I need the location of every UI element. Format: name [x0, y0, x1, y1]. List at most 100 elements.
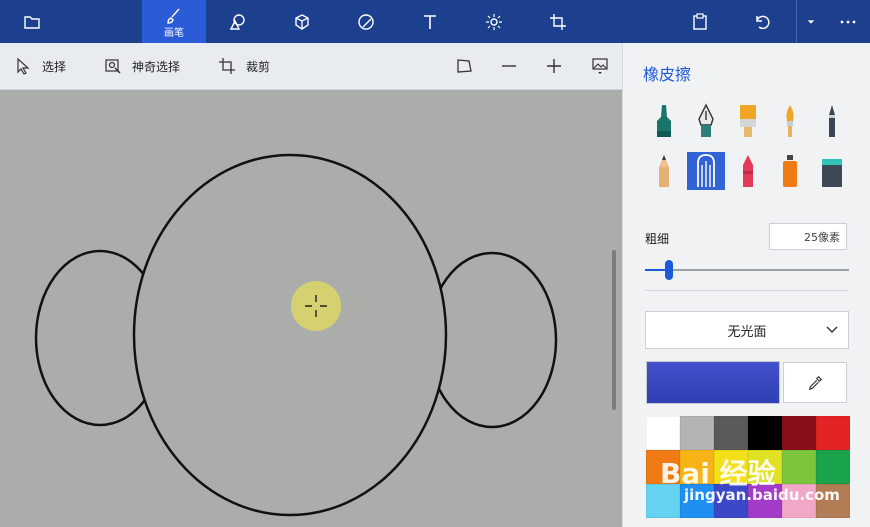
brush-crayon[interactable]: [729, 152, 767, 190]
brush-eraser[interactable]: [687, 152, 725, 190]
eyedropper-icon: [808, 375, 823, 390]
eraser-cursor: [291, 281, 341, 331]
calligraphy-pen-icon: [657, 105, 671, 137]
cube-icon: [295, 13, 309, 30]
fill-bucket-icon: [822, 159, 842, 187]
magic-select-icon: [105, 59, 121, 74]
brush-pencil[interactable]: [645, 152, 683, 190]
tab-brushes-label: 画笔: [164, 28, 184, 39]
flag-view-icon: [457, 59, 472, 73]
crop-button[interactable]: 裁剪: [218, 43, 270, 89]
color-swatch[interactable]: [782, 484, 816, 518]
color-swatch[interactable]: [646, 416, 680, 450]
image-view-icon: [592, 58, 608, 74]
size-input[interactable]: 25像素: [769, 223, 847, 250]
right-ear-circle: [426, 251, 558, 429]
color-swatch[interactable]: [714, 484, 748, 518]
panel-title: 橡皮擦: [643, 65, 692, 84]
divider: [645, 290, 849, 291]
size-slider-thumb[interactable]: [665, 260, 674, 280]
fountain-pen-icon: [698, 103, 714, 137]
brush-fill-bucket[interactable]: [813, 152, 851, 190]
size-label: 粗细: [645, 232, 670, 246]
brush-marker[interactable]: [813, 102, 851, 140]
color-swatch[interactable]: [782, 416, 816, 450]
undo-button[interactable]: [742, 0, 782, 43]
color-swatch[interactable]: [714, 416, 748, 450]
secondary-toolbar: 选择 神奇选择 裁剪: [0, 43, 622, 90]
color-swatch[interactable]: [816, 416, 850, 450]
brush-panel: 橡皮擦 粗细 25像素 无光面: [622, 43, 870, 527]
brush-watercolor[interactable]: [771, 102, 809, 140]
tab-2d-shapes[interactable]: [218, 0, 258, 43]
spray-can-icon: [783, 155, 797, 187]
finish-value: 无光面: [727, 324, 767, 340]
oil-brush-icon: [740, 105, 756, 137]
color-swatch[interactable]: [748, 450, 782, 484]
undo-icon: [756, 15, 770, 29]
sticker-icon: [358, 13, 374, 30]
color-swatch[interactable]: [748, 484, 782, 518]
paste-button[interactable]: [680, 0, 720, 43]
zoom-in-button[interactable]: [545, 43, 573, 89]
shapes-icon: [229, 13, 245, 30]
pencil-icon: [659, 155, 669, 187]
eyedropper-button[interactable]: [783, 362, 847, 403]
size-slider[interactable]: [645, 260, 849, 280]
eraser-icon: [697, 154, 715, 187]
color-swatch[interactable]: [680, 450, 714, 484]
tab-canvas[interactable]: [538, 0, 578, 43]
history-dropdown-button[interactable]: [796, 0, 825, 43]
brush-spray-can[interactable]: [771, 152, 809, 190]
plus-icon: [547, 59, 561, 73]
crayon-icon: [743, 155, 753, 187]
watercolor-brush-icon: [786, 105, 794, 137]
color-swatch[interactable]: [714, 450, 748, 484]
color-swatch[interactable]: [748, 416, 782, 450]
menu-button[interactable]: [12, 0, 52, 43]
tab-text[interactable]: [410, 0, 450, 43]
brush-icon: [167, 8, 180, 24]
chevron-down-icon: [807, 19, 815, 24]
select-label: 选择: [42, 59, 67, 74]
color-swatch[interactable]: [680, 484, 714, 518]
clipboard-icon: [693, 12, 707, 30]
color-swatch[interactable]: [816, 450, 850, 484]
magic-select-label: 神奇选择: [132, 59, 181, 74]
color-swatch[interactable]: [816, 484, 850, 518]
tab-effects[interactable]: [474, 0, 514, 43]
drawing-canvas[interactable]: [0, 90, 622, 527]
vertical-scrollbar[interactable]: [612, 250, 616, 410]
text-icon: [424, 14, 436, 29]
tab-brushes[interactable]: 画笔: [142, 0, 206, 43]
magic-select-button[interactable]: 神奇选择: [104, 43, 180, 89]
zoom-out-button[interactable]: [500, 43, 528, 89]
current-color-swatch[interactable]: [646, 361, 780, 404]
tab-stickers[interactable]: [346, 0, 386, 43]
crop-label: 裁剪: [246, 59, 271, 74]
view-3d-button[interactable]: [455, 43, 483, 89]
head-circle: [132, 153, 448, 517]
minus-icon: [502, 65, 516, 67]
color-swatch[interactable]: [646, 450, 680, 484]
color-swatch[interactable]: [680, 416, 714, 450]
sun-icon: [486, 13, 502, 30]
folder-icon: [24, 15, 40, 29]
color-swatch[interactable]: [782, 450, 816, 484]
color-swatch[interactable]: [646, 484, 680, 518]
top-toolbar: 画笔: [0, 0, 870, 43]
canvas-crop-icon: [550, 13, 566, 30]
finish-dropdown[interactable]: 无光面: [645, 311, 849, 349]
cursor-icon: [17, 57, 30, 75]
select-button[interactable]: 选择: [14, 43, 66, 89]
tab-3d-shapes[interactable]: [282, 0, 322, 43]
crop-icon: [219, 58, 235, 74]
marker-icon: [829, 105, 835, 137]
brush-fountain-pen[interactable]: [687, 102, 725, 140]
brush-oil[interactable]: [729, 102, 767, 140]
view-options-button[interactable]: [591, 43, 619, 89]
more-button[interactable]: [828, 0, 868, 43]
brush-calligraphy-pen[interactable]: [645, 102, 683, 140]
canvas-drawing: [34, 153, 558, 517]
more-icon: [840, 20, 856, 23]
